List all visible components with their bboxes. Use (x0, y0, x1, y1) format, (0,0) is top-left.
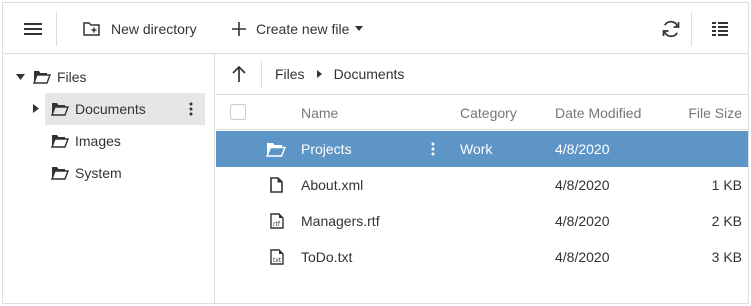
breadcrumb-item[interactable]: Files (275, 66, 305, 82)
create-new-file-button[interactable]: Create new file (232, 3, 364, 54)
file-list: Name Category Date Modified File Size Pr… (216, 95, 748, 303)
more-options-icon[interactable] (431, 131, 435, 167)
plus-icon (232, 21, 246, 36)
file-manager: New directory Create new file Files Docu… (2, 2, 749, 304)
file-size: 1 KB (711, 177, 742, 193)
refresh-button[interactable] (653, 3, 689, 54)
hamburger-menu-icon (24, 22, 42, 36)
file-size: 3 KB (711, 249, 742, 265)
file-size: 2 KB (711, 213, 742, 229)
toolbar: New directory Create new file (3, 3, 748, 54)
tree-item-label: Images (75, 133, 121, 149)
breadcrumb: Files Documents (275, 54, 404, 94)
tree-item-label: Files (57, 69, 87, 85)
details-view-icon (712, 21, 728, 37)
arrow-up-icon (232, 66, 246, 82)
column-header-date-modified[interactable]: Date Modified (555, 95, 641, 130)
view-mode-button[interactable] (703, 3, 737, 54)
caret-down-icon (355, 26, 364, 31)
up-directory-button[interactable] (224, 54, 254, 94)
tree-item-documents[interactable]: Documents (45, 93, 205, 125)
folder-tree: Files Documents Images System (3, 54, 215, 303)
file-name: ToDo.txt (301, 249, 353, 265)
file-category: Work (460, 141, 493, 157)
tree-item-label: System (75, 165, 122, 181)
svg-text:txt: txt (273, 257, 282, 264)
breadcrumb-separator-line (261, 61, 262, 88)
file-date-modified: 4/8/2020 (555, 249, 610, 265)
column-header-name[interactable]: Name (301, 95, 338, 130)
new-directory-button[interactable]: New directory (83, 3, 197, 54)
folder-open-icon (51, 102, 69, 116)
file-date-modified: 4/8/2020 (555, 213, 610, 229)
svg-text:rtf: rtf (273, 221, 281, 228)
txt-file-icon: txt (270, 239, 284, 275)
tree-item-system[interactable]: System (45, 157, 205, 189)
chevron-right-icon (316, 70, 322, 78)
table-row[interactable]: txt ToDo.txt 4/8/2020 3 KB (216, 239, 748, 275)
toolbar-separator (56, 12, 57, 46)
tree-item-files[interactable]: Files (3, 61, 213, 93)
toolbar-separator (691, 12, 692, 46)
create-new-file-label: Create new file (256, 20, 350, 37)
refresh-icon (661, 19, 681, 39)
tree-item-images[interactable]: Images (45, 125, 205, 157)
folder-open-icon (51, 134, 69, 148)
file-name: Projects (301, 141, 352, 157)
new-directory-label: New directory (111, 20, 197, 37)
folder-open-icon (51, 166, 69, 180)
breadcrumb-bar: Files Documents (216, 54, 748, 95)
column-header-file-size[interactable]: File Size (688, 95, 742, 130)
breadcrumb-item[interactable]: Documents (334, 66, 405, 82)
table-row[interactable]: Projects Work 4/8/2020 (216, 131, 748, 167)
collapsed-caret-icon[interactable] (33, 104, 39, 113)
column-header-category[interactable]: Category (460, 95, 517, 130)
folder-open-icon (33, 70, 51, 84)
file-date-modified: 4/8/2020 (555, 141, 610, 157)
select-all-checkbox[interactable] (230, 104, 246, 120)
file-name: About.xml (301, 177, 364, 193)
file-date-modified: 4/8/2020 (555, 177, 610, 193)
table-row[interactable]: rtf Managers.rtf 4/8/2020 2 KB (216, 203, 748, 239)
rtf-file-icon: rtf (270, 203, 284, 239)
tree-item-label: Documents (75, 101, 146, 117)
table-row[interactable]: About.xml 4/8/2020 1 KB (216, 167, 748, 203)
new-folder-icon (83, 21, 101, 37)
folder-icon (266, 131, 286, 167)
expanded-caret-icon[interactable] (15, 74, 25, 80)
menu-button[interactable] (13, 3, 53, 54)
column-header-row: Name Category Date Modified File Size (216, 95, 748, 130)
more-options-icon[interactable] (189, 102, 193, 116)
file-icon (270, 167, 283, 203)
file-name: Managers.rtf (301, 213, 380, 229)
